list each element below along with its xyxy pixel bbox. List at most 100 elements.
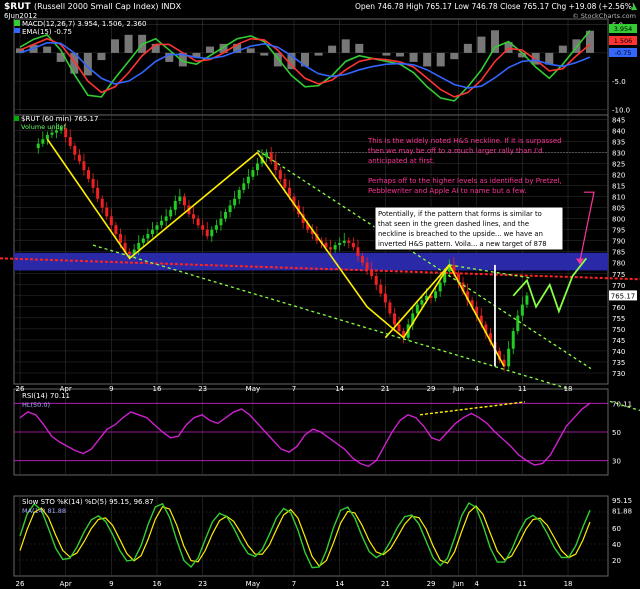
sto-tick-label: 95.15 [612,497,632,505]
candle-body [342,240,346,243]
candle-body [196,218,200,226]
price-x-tick-label: 21 [381,385,390,393]
candle-body [224,212,228,219]
up-arrow-icon: ▲ [631,2,638,11]
candle-body [507,348,511,367]
ema-legend: EMA(15) -0.75 [22,28,72,36]
price-tick-label: 745 [612,337,625,345]
annotation-inverse-hs-text: neckline is breached to the upside... we… [378,230,543,238]
annotation-neckline-text: then we may be off to a much larger rall… [368,147,543,155]
candle-body [516,315,520,332]
bottom-x-tick-label: 26 [16,580,25,588]
bottom-x-tick-label: 9 [109,580,113,588]
candle-body [242,183,246,190]
price-tick-label: 785 [612,249,625,257]
candle-body [45,134,49,140]
sto-tick-label: 40 [612,541,621,549]
annotation-targets-text: Pebblewriter and Apple AI to name but a … [368,187,527,195]
bottom-x-tick-label: 16 [153,580,162,588]
candle-body [434,291,438,299]
candle-body [214,225,218,230]
ema-legend-swatch [14,28,20,33]
price-tick-label: 830 [612,149,625,157]
rsi-hl-legend: HL(50.0) [22,401,50,409]
rsi-tick-label: 70.11 [612,400,632,408]
candle-body [150,229,154,235]
price-tick-label: 805 [612,205,625,213]
sto-ma-legend: MA(14) 81.88 [22,507,66,515]
macd-value-tag-label: 1.506 [614,37,633,45]
candle-body [265,152,269,157]
price-tick-label: 810 [612,194,625,202]
price-x-tick-label: 16 [153,385,162,393]
macd-histogram-bar [111,39,119,53]
bottom-x-tick-label: 4 [474,580,479,588]
candle-body [520,304,524,316]
price-tick-label: 780 [612,260,625,268]
macd-histogram-bar [355,43,364,53]
price-x-tick-label: 26 [16,385,25,393]
price-x-tick-label: 11 [518,385,527,393]
price-tick-label: 840 [612,127,625,135]
candle-body [137,242,141,250]
macd-histogram-bar [450,52,459,60]
price-tick-label: 835 [612,138,625,146]
candle-body [50,132,54,135]
stock-chart: $RUT (Russell 2000 Small Cap Index) INDX 6… [0,0,640,588]
bottom-x-tick-label: 14 [335,580,344,588]
macd-histogram-bar [328,45,337,53]
candle-body [379,284,383,294]
rsi-legend: RSI(14) 70.11 [22,392,70,400]
macd-histogram-bar [43,46,52,53]
candle-body [178,196,182,201]
price-x-tick-label: 7 [292,385,296,393]
macd-frame [13,18,609,116]
candle-body [100,198,104,208]
candle-body [77,154,81,162]
candle-body [219,218,223,226]
last-price-label: 765.17 [611,292,636,300]
candle-body [118,234,122,243]
candle-body [438,282,442,292]
macd-legend-swatch [14,20,20,26]
candle-body [73,145,77,155]
candle-body [374,275,378,285]
price-tick-label: 760 [612,304,625,312]
candle-body [351,242,355,248]
price-x-tick-label: May [246,385,260,393]
candle-body [269,152,273,162]
macd-value-tag-label: 3.954 [614,25,633,33]
price-x-tick-label: 4 [474,385,479,393]
bottom-x-tick-label: 21 [381,580,390,588]
candle-body [338,242,342,246]
candle-body [237,189,241,199]
price-tick-label: 825 [612,161,625,169]
candle-body [41,139,45,144]
macd-histogram-bar [423,52,432,67]
candle-body [36,143,40,149]
bottom-x-tick-label: Apr [60,580,72,588]
macd-tick-label: -5.0 [612,78,626,86]
sto-legend: Slow STO %K(14) %D(5) 95.15, 96.87 [22,498,154,506]
price-tick-label: 740 [612,348,625,356]
quote-label: Open 746.78 High 765.17 Low 746.78 Close… [355,2,635,11]
macd-histogram-bar [396,52,404,57]
price-legend-swatch [14,116,19,121]
candle-body [68,137,72,146]
price-tick-label: 815 [612,183,625,191]
candle-body [141,238,145,243]
bottom-x-tick-label: 7 [292,580,296,588]
bottom-x-tick-label: 29 [427,580,436,588]
candle-body [397,324,401,332]
candle-body [383,293,387,303]
price-tick-label: 845 [612,116,625,124]
macd-histogram-bar [382,52,391,56]
price-tick-label: 750 [612,326,625,334]
price-tick-label: 775 [612,271,625,279]
sto-tick-label: 60 [612,525,621,533]
rsi-panel: 70.11 50 30 RSI(14) 70.11HL(50.0) [13,388,632,476]
candle-body [164,216,168,221]
macd-histogram-bar [463,43,472,53]
macd-histogram-bar [409,52,418,62]
candle-body [246,176,250,184]
